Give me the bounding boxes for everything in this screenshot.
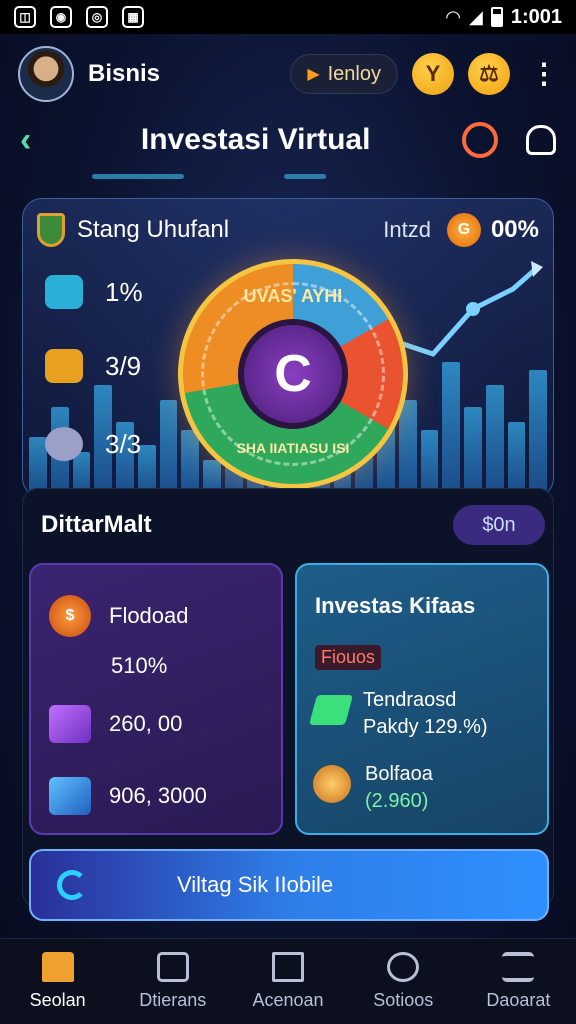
investment-item-title: Tendraosd xyxy=(363,689,457,711)
bottom-nav: Seolan Dtierans Acenoan Sotioos Daoarat xyxy=(0,938,576,1024)
stat-row: 3/9 xyxy=(45,349,141,383)
investment-card-title: Investas Kifaas xyxy=(315,593,476,618)
app-icon: ◉ xyxy=(50,6,72,28)
stack-icon xyxy=(49,705,91,743)
investment-item-detail: Pakdy 129.%) xyxy=(363,716,488,738)
nav-label: Seolan xyxy=(29,990,86,1010)
cta-label: Viltag Sik IIobile xyxy=(177,872,334,897)
portfolio-percent: 510% xyxy=(111,653,168,678)
play-icon: ▶ xyxy=(307,66,320,83)
brand-name: Bisnis xyxy=(88,60,161,87)
play-pill-button[interactable]: ▶ Ienloy xyxy=(290,54,398,94)
tools-icon[interactable]: Y xyxy=(412,53,454,95)
market-panel: DittarMalt $0n $ Flodoad 510% 260, 00 90… xyxy=(22,488,554,921)
dollar-coin-icon: $ xyxy=(49,595,91,637)
nav-item-list[interactable]: Dtierans xyxy=(115,939,230,1024)
portfolio-label: Flodoad xyxy=(109,603,189,628)
pill-label: Ienloy xyxy=(327,62,381,85)
stat-value: 3/9 xyxy=(105,350,142,381)
document-icon xyxy=(45,275,83,309)
stat-value: 3/3 xyxy=(105,428,142,459)
box-icon xyxy=(49,777,91,815)
support-headset-icon[interactable] xyxy=(526,125,556,155)
nav-item-settings[interactable]: Sotioos xyxy=(346,939,461,1024)
stat-row: 1% xyxy=(45,275,143,309)
nav-label: Daoarat xyxy=(486,990,551,1010)
status-bar: ◫ ◉ ◎ ▦ ◠ ◢ 1:001 xyxy=(0,0,576,34)
nav-label: Sotioos xyxy=(373,990,434,1010)
stat-value: 1% xyxy=(105,276,143,307)
location-pin-icon[interactable] xyxy=(462,122,498,158)
notification-icon: ◫ xyxy=(14,6,36,28)
user-icon xyxy=(45,427,83,461)
wifi-icon: ◠ xyxy=(445,6,461,27)
app-header: Bisnis ▶ Ienloy Y ⚖ ⋮ xyxy=(18,44,558,104)
investment-card[interactable]: Investas Kifaas Fiouos Tendraosd Pakdy 1… xyxy=(295,563,549,835)
more-menu-icon[interactable]: ⋮ xyxy=(530,60,558,88)
folder-icon xyxy=(45,349,83,383)
settings-icon xyxy=(387,952,420,982)
tab-indicator-left xyxy=(92,174,184,179)
wheel-top-text: UVAS' AYHI xyxy=(243,286,343,306)
hero-card[interactable]: Stang Uhufanl Intzd G 00% 1% 3/9 3/3 UVA… xyxy=(22,198,554,498)
wheel-bottom-text: SHA IIATIASU ISI xyxy=(236,440,350,456)
investment-wheel[interactable]: UVAS' AYHI C SHA IIATIASU ISI xyxy=(178,259,408,489)
house-icon xyxy=(272,952,304,982)
scale-icon[interactable]: ⚖ xyxy=(468,53,510,95)
nav-label: Acenoan xyxy=(252,990,324,1010)
investment-item-detail: (2.960) xyxy=(365,790,429,812)
dashboard-icon xyxy=(502,952,535,982)
nav-item-house[interactable]: Acenoan xyxy=(230,939,345,1024)
trend-up-icon xyxy=(308,695,354,725)
signal-icon: ◢ xyxy=(469,6,483,27)
avatar[interactable] xyxy=(18,46,74,102)
nav-item-home[interactable]: Seolan xyxy=(0,939,115,1024)
portfolio-card[interactable]: $ Flodoad 510% 260, 00 906, 3000 xyxy=(29,563,283,835)
hero-name: Stang Uhufanl xyxy=(77,216,230,243)
battery-icon xyxy=(490,7,503,27)
investment-item-title: Bolfaoa xyxy=(365,763,433,785)
portfolio-value: 260, 00 xyxy=(109,711,183,736)
hero-percent: 00% xyxy=(490,216,539,243)
wheel-center-logo: C xyxy=(238,319,348,429)
home-icon xyxy=(41,952,74,982)
market-title: DittarMalt xyxy=(41,511,152,538)
cta-button[interactable]: Viltag Sik IIobile xyxy=(29,849,549,921)
back-icon[interactable]: ‹ xyxy=(20,121,31,160)
image-icon: ▦ xyxy=(122,6,144,28)
gear-coin-icon xyxy=(313,765,351,803)
market-badge[interactable]: $0n xyxy=(453,505,545,545)
coin-icon: G xyxy=(446,213,481,247)
shield-icon xyxy=(37,213,65,247)
investment-tag: Fiouos xyxy=(315,645,382,670)
nav-label: Dtierans xyxy=(139,990,207,1010)
camera-icon: ◎ xyxy=(86,6,108,28)
hero-sub-label: Intzd xyxy=(383,217,431,242)
list-icon xyxy=(156,952,189,982)
refresh-icon xyxy=(57,870,87,900)
nav-item-dashboard[interactable]: Daoarat xyxy=(461,939,576,1024)
tab-indicator-right xyxy=(284,174,326,179)
title-row: ‹ Investasi Virtual xyxy=(20,112,556,168)
stat-row: 3/3 xyxy=(45,427,141,461)
page-title: Investasi Virtual xyxy=(140,123,371,156)
status-time: 1:001 xyxy=(510,5,562,28)
portfolio-total: 906, 3000 xyxy=(109,783,207,808)
